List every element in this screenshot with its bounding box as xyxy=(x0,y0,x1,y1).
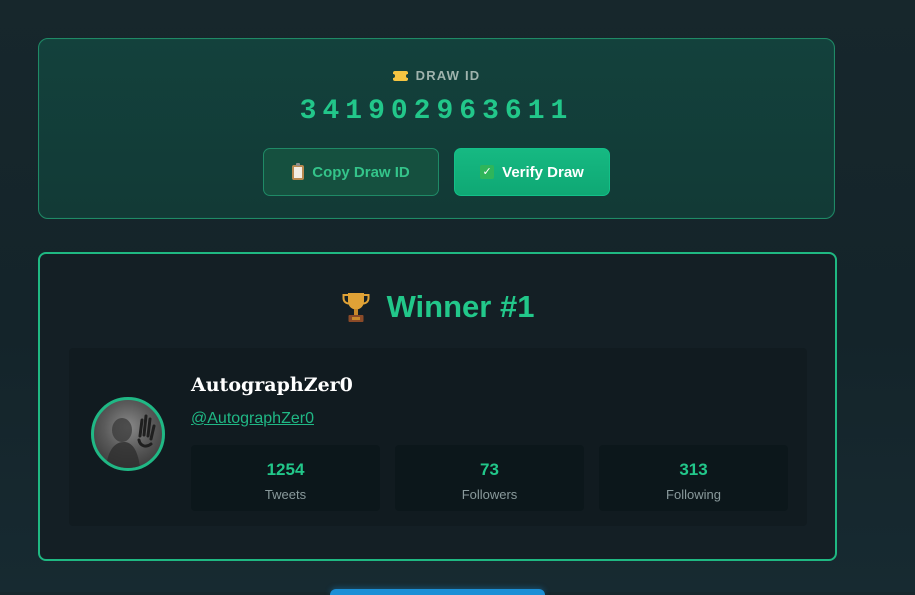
check-icon: ✓ xyxy=(480,165,495,179)
stat-following: 313 Following xyxy=(599,445,788,511)
avatar-image xyxy=(106,414,156,468)
ticket-icon xyxy=(390,70,410,81)
stat-followers-label: Followers xyxy=(461,487,518,502)
avatar[interactable] xyxy=(91,397,165,471)
verify-draw-label: Verify Draw xyxy=(502,163,584,181)
stat-tweets-label: Tweets xyxy=(264,487,307,502)
clipboard-icon xyxy=(292,162,305,180)
stat-tweets-value: 1254 xyxy=(266,460,305,479)
stat-followers: 73 Followers xyxy=(395,445,584,511)
trophy-icon xyxy=(342,293,370,322)
copy-draw-id-label: Copy Draw ID xyxy=(312,163,410,181)
copy-draw-id-button[interactable]: Copy Draw ID xyxy=(263,148,439,196)
draw-id-label-row: DRAW ID xyxy=(39,68,834,83)
winner-stats: 1254 Tweets 73 Followers 313 Following xyxy=(191,445,788,511)
stat-followers-value: 73 xyxy=(480,460,499,479)
verify-draw-button[interactable]: ✓ Verify Draw xyxy=(454,148,610,196)
winner-title: Winner #1 xyxy=(386,289,535,324)
stat-following-label: Following xyxy=(666,487,721,502)
winner-card: Winner #1 AutographZer0 @AutographZer0 1… xyxy=(38,252,837,561)
winner-handle-link[interactable]: @AutographZer0 xyxy=(191,410,314,428)
draw-id-label: DRAW ID xyxy=(415,68,481,83)
draw-id-card: DRAW ID 341902963611 Copy Draw ID ✓ Veri… xyxy=(38,38,835,219)
stat-tweets: 1254 Tweets xyxy=(191,445,380,511)
bottom-action-button[interactable] xyxy=(330,589,545,595)
winner-heading: Winner #1 xyxy=(40,289,835,325)
stat-following-value: 313 xyxy=(679,460,708,479)
winner-display-name: AutographZer0 xyxy=(191,374,353,396)
winner-profile: AutographZer0 @AutographZer0 1254 Tweets… xyxy=(69,348,807,526)
draw-id-value: 341902963611 xyxy=(299,96,574,127)
draw-actions: Copy Draw ID ✓ Verify Draw xyxy=(39,148,834,196)
